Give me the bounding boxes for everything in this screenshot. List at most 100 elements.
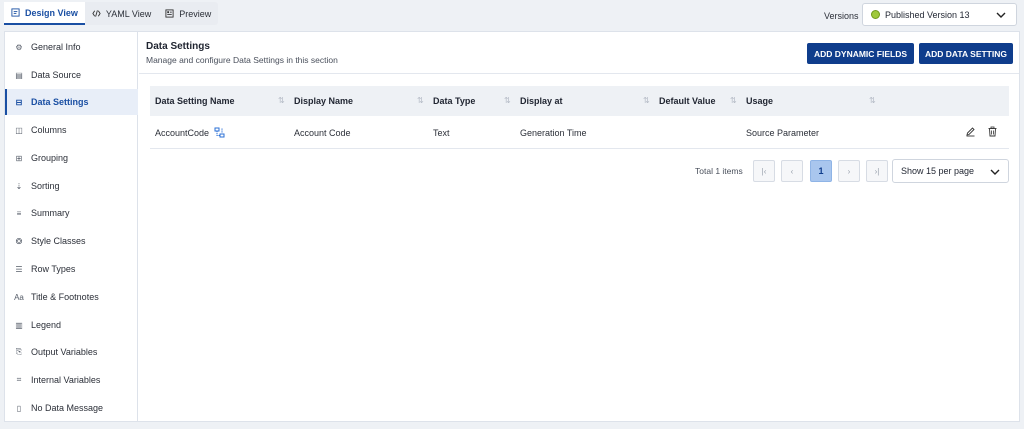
next-page-button[interactable]: › [838, 160, 860, 182]
page-button-current[interactable]: 1 [810, 160, 832, 182]
sidebar-item-data-source[interactable]: ▤ Data Source [5, 62, 138, 88]
message-icon: ▯ [16, 403, 22, 413]
internal-icon: ⌗ [16, 375, 22, 384]
sidebar-item-label: Legend [31, 320, 62, 330]
last-page-icon: ›| [874, 166, 880, 176]
sidebar-item-label: Internal Variables [31, 375, 101, 385]
add-dynamic-fields-button[interactable]: ADD DYNAMIC FIELDS [807, 43, 914, 64]
sort-icon[interactable]: ⇅ [730, 96, 737, 105]
sidebar-item-general-info[interactable]: ⚙ General Info [5, 34, 138, 60]
sidebar: ⚙ General Info ▤ Data Source ⊟ Data Sett… [5, 32, 138, 421]
palette-icon: ❂ [15, 236, 23, 246]
sidebar-item-label: Row Types [31, 264, 76, 274]
data-source-icon: ▤ [15, 70, 23, 80]
chevron-right-icon: › [847, 166, 851, 176]
sort-icon[interactable]: ⇅ [869, 96, 876, 105]
row-types-icon: ☰ [15, 264, 23, 274]
version-selected: Published Version 13 [885, 9, 970, 20]
versions-label: Versions [824, 11, 859, 21]
sidebar-item-summary[interactable]: ≡ Summary [5, 200, 138, 226]
sidebar-item-label: Title & Footnotes [31, 292, 99, 302]
edit-icon[interactable] [965, 126, 976, 137]
prev-page-button[interactable]: ‹ [781, 160, 803, 182]
sort-icon: ⇣ [15, 181, 23, 191]
sidebar-item-internal-variables[interactable]: ⌗ Internal Variables [5, 367, 138, 393]
cell-data-type: Text [433, 127, 450, 138]
sidebar-item-label: Columns [31, 125, 67, 135]
dynamic-link-icon[interactable] [214, 127, 225, 138]
sidebar-item-label: Style Classes [31, 236, 86, 246]
grouping-icon: ⊞ [15, 153, 23, 163]
code-icon [92, 10, 101, 17]
legend-icon: ▥ [15, 320, 23, 330]
column-header-usage[interactable]: Usage [746, 86, 773, 116]
sidebar-item-columns[interactable]: ◫ Columns [5, 117, 138, 143]
column-header-name[interactable]: Data Setting Name [155, 86, 235, 116]
data-settings-table: Data Setting Name ⇅ Display Name ⇅ Data … [150, 86, 1009, 149]
sort-icon[interactable]: ⇅ [417, 96, 424, 105]
tab-design-view[interactable]: Design View [4, 2, 85, 25]
last-page-button[interactable]: ›| [866, 160, 888, 182]
add-data-setting-button[interactable]: ADD DATA SETTING [919, 43, 1013, 64]
chevron-left-icon: ‹ [790, 166, 794, 176]
first-page-button[interactable]: |‹ [753, 160, 775, 182]
chevron-down-icon [990, 169, 1000, 175]
sort-icon[interactable]: ⇅ [643, 96, 650, 105]
sidebar-item-label: General Info [31, 42, 81, 52]
sidebar-item-label: Sorting [31, 181, 60, 191]
sidebar-item-title-footnotes[interactable]: Aa Title & Footnotes [5, 284, 138, 310]
columns-icon: ◫ [15, 125, 23, 135]
sort-icon[interactable]: ⇅ [504, 96, 511, 105]
sidebar-item-legend[interactable]: ▥ Legend [5, 312, 138, 338]
main-panel: ⚙ General Info ▤ Data Source ⊟ Data Sett… [4, 31, 1020, 422]
gear-icon: ⚙ [15, 42, 23, 52]
table-header: Data Setting Name ⇅ Display Name ⇅ Data … [150, 86, 1009, 116]
cell-name: AccountCode [155, 116, 225, 149]
sidebar-item-label: No Data Message [31, 403, 104, 413]
top-bar: Design View YAML View Preview Versions P… [0, 0, 1024, 30]
content-header: Data Settings Manage and configure Data … [139, 32, 1019, 74]
cell-usage: Source Parameter [746, 127, 820, 138]
preview-icon [165, 9, 174, 18]
view-tabs: Design View YAML View Preview [4, 2, 219, 25]
cell-display-name: Account Code [294, 127, 351, 138]
sidebar-item-label: Data Settings [31, 97, 89, 107]
data-settings-icon: ⊟ [15, 97, 23, 107]
output-icon: ⎘ [15, 347, 23, 356]
tab-label: YAML View [105, 8, 152, 19]
tab-label: Preview [179, 8, 212, 19]
sort-icon[interactable]: ⇅ [278, 96, 285, 105]
sidebar-item-data-settings[interactable]: ⊟ Data Settings [5, 89, 138, 115]
total-items: Total 1 items [695, 166, 743, 176]
table-row: AccountCode Account Code Text Generation… [150, 116, 1009, 149]
cell-display-at: Generation Time [520, 127, 587, 138]
column-header-display-name[interactable]: Display Name [294, 86, 353, 116]
page-subtitle: Manage and configure Data Settings in th… [146, 55, 338, 65]
column-header-display-at[interactable]: Display at [520, 86, 563, 116]
column-header-data-type[interactable]: Data Type [433, 86, 475, 116]
version-select[interactable]: Published Version 13 [862, 3, 1017, 26]
sidebar-item-output-variables[interactable]: ⎘ Output Variables [5, 339, 138, 365]
status-dot-icon [871, 10, 880, 19]
tab-preview[interactable]: Preview [158, 2, 218, 25]
sidebar-item-row-types[interactable]: ☰ Row Types [5, 256, 138, 282]
sidebar-item-grouping[interactable]: ⊞ Grouping [5, 145, 138, 171]
data-setting-name: AccountCode [155, 127, 210, 138]
tab-label: Design View [25, 7, 78, 18]
page-title: Data Settings [146, 41, 210, 52]
text-icon: Aa [14, 292, 24, 302]
summary-icon: ≡ [16, 208, 22, 218]
first-page-icon: |‹ [761, 166, 767, 176]
column-header-default-value[interactable]: Default Value [659, 86, 716, 116]
sidebar-item-label: Summary [31, 208, 70, 218]
delete-icon[interactable] [987, 126, 998, 137]
tab-yaml-view[interactable]: YAML View [85, 2, 158, 25]
per-page-value: Show 15 per page [901, 166, 975, 176]
design-icon [11, 8, 20, 17]
per-page-select[interactable]: Show 15 per page [892, 159, 1009, 183]
sidebar-item-sorting[interactable]: ⇣ Sorting [5, 173, 138, 199]
sidebar-item-no-data-message[interactable]: ▯ No Data Message [5, 395, 138, 421]
chevron-down-icon [996, 12, 1006, 18]
content-area: Data Settings Manage and configure Data … [139, 32, 1019, 421]
sidebar-item-style-classes[interactable]: ❂ Style Classes [5, 228, 138, 254]
